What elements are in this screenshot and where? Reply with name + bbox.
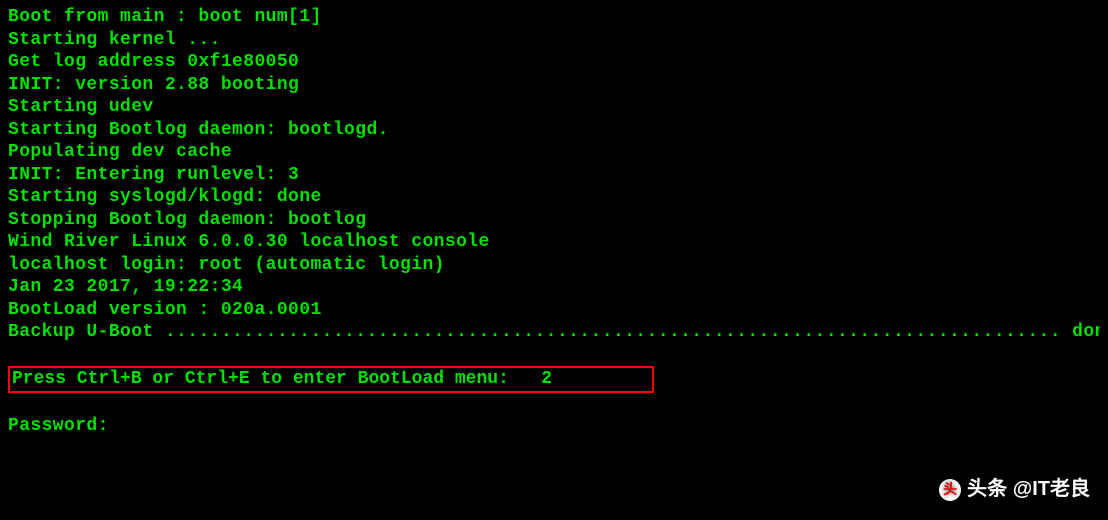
init-version-line: INIT: version 2.88 booting bbox=[8, 74, 1100, 97]
log-address-line: Get log address 0xf1e80050 bbox=[8, 51, 1100, 74]
runlevel-line: INIT: Entering runlevel: 3 bbox=[8, 164, 1100, 187]
bootload-menu-prompt[interactable]: Press Ctrl+B or Ctrl+E to enter BootLoad… bbox=[12, 368, 650, 391]
syslogd-line: Starting syslogd/klogd: done bbox=[8, 186, 1100, 209]
udev-line: Starting udev bbox=[8, 96, 1100, 119]
kernel-line: Starting kernel ... bbox=[8, 29, 1100, 52]
watermark-text: 头条 @IT老良 bbox=[967, 477, 1090, 502]
bootload-version-line: BootLoad version : 020a.0001 bbox=[8, 299, 1100, 322]
bootlog-stop-line: Stopping Bootlog daemon: bootlog bbox=[8, 209, 1100, 232]
blank-line bbox=[8, 393, 1100, 416]
watermark-icon: 头 bbox=[939, 479, 961, 501]
backup-uboot-line: Backup U-Boot ..........................… bbox=[8, 321, 1100, 344]
devcache-line: Populating dev cache bbox=[8, 141, 1100, 164]
bootlog-start-line: Starting Bootlog daemon: bootlogd. bbox=[8, 119, 1100, 142]
login-line: localhost login: root (automatic login) bbox=[8, 254, 1100, 277]
terminal-output: Boot from main : boot num[1] Starting ke… bbox=[8, 6, 1100, 438]
blank-line bbox=[8, 344, 1100, 367]
datetime-line: Jan 23 2017, 19:22:34 bbox=[8, 276, 1100, 299]
windriver-line: Wind River Linux 6.0.0.30 localhost cons… bbox=[8, 231, 1100, 254]
watermark: 头 头条 @IT老良 bbox=[939, 477, 1090, 502]
bootload-menu-highlight: Press Ctrl+B or Ctrl+E to enter BootLoad… bbox=[8, 366, 654, 393]
boot-line: Boot from main : boot num[1] bbox=[8, 6, 1100, 29]
password-prompt[interactable]: Password: bbox=[8, 415, 1100, 438]
